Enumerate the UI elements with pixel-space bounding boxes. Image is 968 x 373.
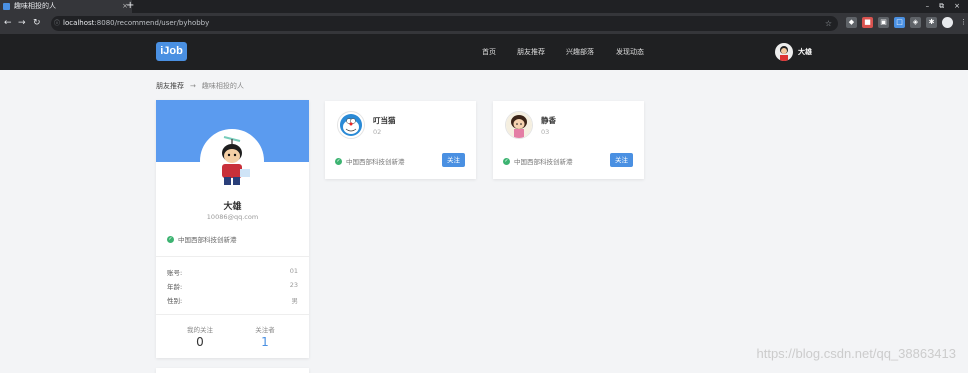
browser-tab-strip: 趣味相投的人 × + – ⧉ ×	[0, 0, 968, 13]
extension-icon[interactable]: ▣	[878, 17, 889, 28]
verified-check-icon: ✓	[503, 157, 510, 165]
follow-button[interactable]: 关注	[442, 153, 465, 167]
maximize-button[interactable]: ⧉	[939, 0, 944, 13]
header-user-name[interactable]: 大雄	[798, 46, 812, 58]
info-value: 23	[289, 281, 298, 289]
info-value: 男	[291, 297, 299, 305]
window-controls: – ⧉ ×	[926, 0, 968, 13]
bookmark-star-icon[interactable]: ☆	[825, 16, 832, 31]
info-label: 年龄:	[167, 283, 183, 291]
watermark: https://blog.csdn.net/qq_38863413	[756, 346, 957, 361]
secondary-card	[156, 368, 309, 373]
nav-item-discover[interactable]: 发现动态	[616, 46, 644, 58]
nav-item-interest-tribe[interactable]: 兴趣部落	[566, 46, 594, 58]
friend-name[interactable]: 叮当猫	[373, 115, 396, 126]
extension-icons: ◆ ■ ▣ □ ◈ ✱ ⋮	[846, 17, 968, 28]
nav-item-friend-recommend[interactable]: 朋友推荐	[517, 46, 545, 58]
divider	[156, 314, 309, 315]
friend-id: 03	[541, 128, 550, 136]
app-logo[interactable]: iJob	[156, 42, 187, 61]
friend-id: 02	[373, 128, 382, 136]
back-arrow-icon[interactable]: ←	[4, 17, 12, 29]
stat-followers[interactable]: 关注者 1	[235, 324, 295, 349]
favicon-icon	[3, 3, 10, 10]
info-row-gender: 性别: 男	[167, 295, 298, 305]
user-avatar[interactable]	[775, 43, 793, 61]
breadcrumb: 朋友推荐 → 趣味相投的人	[156, 80, 244, 92]
info-label: 性别:	[167, 297, 183, 305]
stat-value: 1	[261, 335, 269, 349]
friend-org-label: 中国西部科技创新港	[346, 158, 405, 166]
friend-avatar[interactable]	[337, 111, 365, 139]
friend-org: ✓ 中国西部科技创新港	[335, 156, 405, 166]
divider	[156, 256, 309, 257]
info-row-age: 年龄: 23	[167, 281, 298, 291]
info-icon[interactable]: ⓘ	[54, 16, 60, 31]
info-row-account: 账号: 01	[167, 267, 298, 277]
minimize-button[interactable]: –	[926, 0, 930, 13]
friend-org-label: 中国西部科技创新港	[514, 158, 573, 166]
breadcrumb-current: 趣味相投的人	[201, 82, 244, 90]
app-header: iJob 首页 朋友推荐 兴趣部落 发现动态 大雄	[0, 34, 968, 70]
profile-org: ✓ 中国西部科技创新港	[167, 234, 237, 244]
more-menu-icon[interactable]: ⋮	[958, 17, 968, 28]
stat-following[interactable]: 我的关注 0	[170, 324, 230, 349]
info-label: 账号:	[167, 269, 183, 277]
profile-icon[interactable]	[942, 17, 953, 28]
verified-check-icon: ✓	[335, 157, 342, 165]
friend-org: ✓ 中国西部科技创新港	[503, 156, 573, 166]
url-host: localhost	[63, 19, 95, 27]
browser-tab[interactable]: 趣味相投的人 ×	[0, 0, 132, 13]
url-path: :8080/recommend/user/byhobby	[94, 19, 210, 27]
profile-org-label: 中国西部科技创新港	[178, 236, 237, 244]
new-tab-button[interactable]: +	[126, 0, 134, 12]
nav-item-home[interactable]: 首页	[482, 46, 496, 58]
friend-name[interactable]: 静香	[541, 115, 556, 126]
follow-button[interactable]: 关注	[610, 153, 633, 167]
tab-title: 趣味相投的人	[14, 2, 56, 10]
friend-avatar[interactable]	[505, 111, 533, 139]
profile-email: 10086@qq.com	[206, 213, 259, 221]
reload-icon[interactable]: ↻	[33, 17, 41, 29]
address-bar[interactable]: ⓘ localhost:8080/recommend/user/byhobby …	[51, 16, 838, 31]
profile-name: 大雄	[223, 202, 242, 212]
stat-value: 0	[196, 335, 204, 349]
friend-card: 叮当猫 02 ✓ 中国西部科技创新港 关注	[325, 101, 476, 179]
friend-card: 静香 03 ✓ 中国西部科技创新港 关注	[493, 101, 644, 179]
extension-icon[interactable]: ◆	[846, 17, 857, 28]
profile-avatar	[200, 129, 264, 193]
browser-toolbar: ← → ↻ ⓘ localhost:8080/recommend/user/by…	[0, 13, 968, 34]
breadcrumb-separator: →	[190, 82, 196, 90]
info-value: 01	[289, 267, 298, 275]
breadcrumb-parent[interactable]: 朋友推荐	[156, 80, 184, 92]
extension-icon[interactable]: ◈	[910, 17, 921, 28]
profile-card: 大雄 10086@qq.com ✓ 中国西部科技创新港 账号: 01 年龄: 2…	[156, 100, 309, 358]
puzzle-icon[interactable]: ✱	[926, 17, 937, 28]
close-window-button[interactable]: ×	[954, 0, 960, 13]
verified-check-icon: ✓	[167, 235, 174, 243]
stat-label: 我的关注	[187, 326, 213, 334]
stat-label: 关注者	[255, 326, 275, 334]
extension-icon[interactable]: ■	[862, 17, 873, 28]
forward-arrow-icon[interactable]: →	[18, 17, 26, 29]
extension-icon[interactable]: □	[894, 17, 905, 28]
